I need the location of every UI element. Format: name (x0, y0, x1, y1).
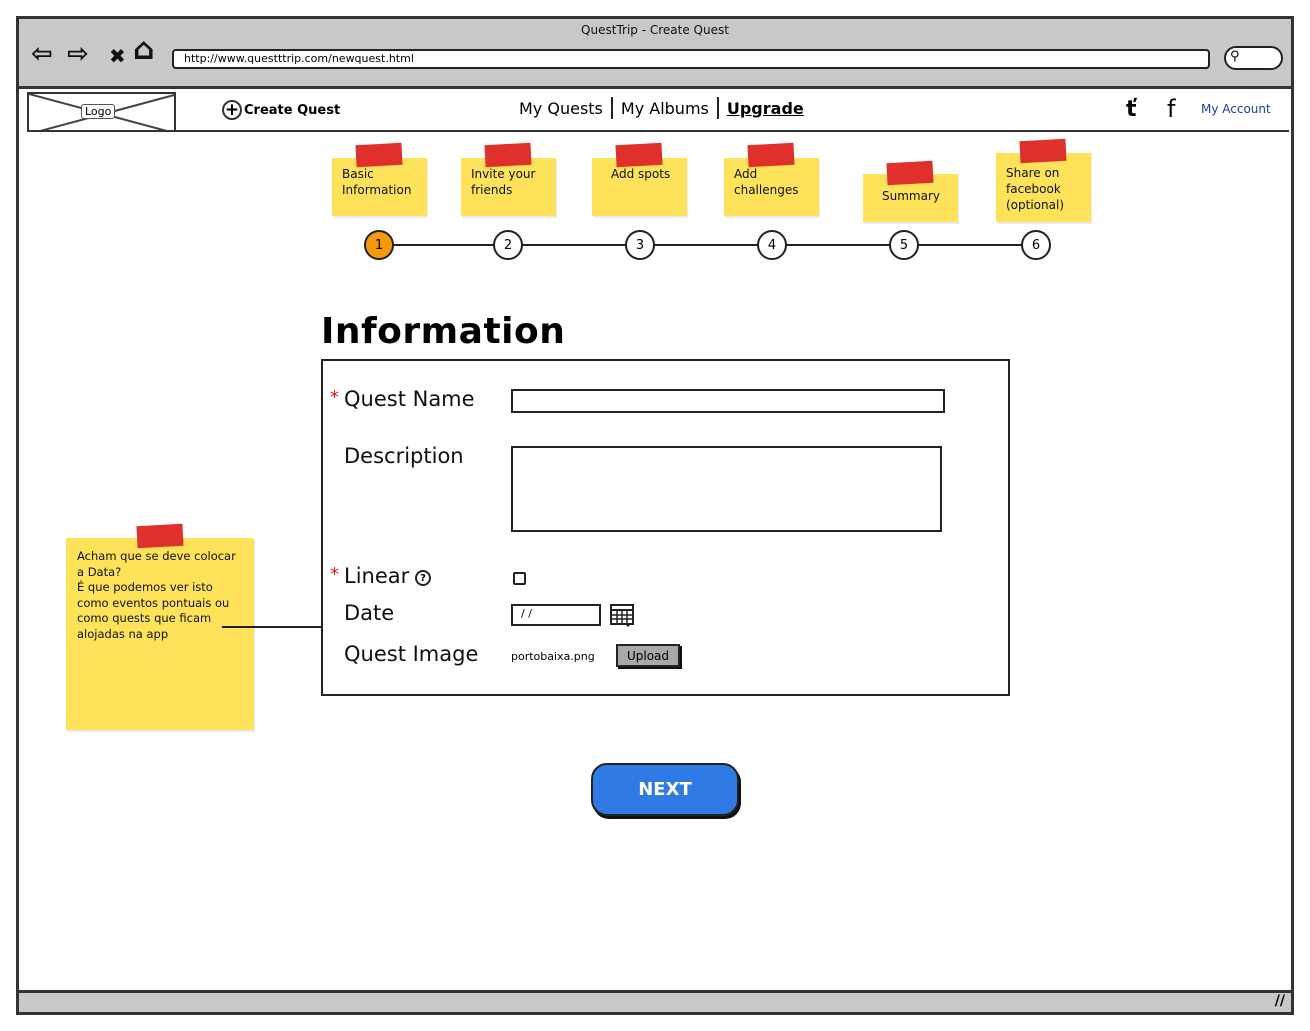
home-icon[interactable]: ⌂ (133, 35, 154, 65)
create-quest-link[interactable]: + Create Quest (222, 100, 340, 120)
description-textarea[interactable] (511, 446, 942, 532)
nav-separator (610, 97, 613, 119)
tape-decoration (355, 142, 403, 168)
status-bar: // (19, 990, 1291, 1012)
step-1[interactable]: 1 (364, 230, 394, 260)
browser-window: QuestTrip - Create Quest ⇦ ⇨ ✖ ⌂ http://… (16, 16, 1294, 1015)
tape-decoration (484, 142, 532, 168)
window-title: QuestTrip - Create Quest (581, 23, 729, 37)
search-icon: ⚲ (1230, 49, 1240, 64)
nav-separator (716, 97, 719, 119)
quest-name-label: Quest Name (344, 387, 475, 411)
step-note-add-challenges: Add challenges (724, 142, 819, 216)
facebook-icon[interactable]: f (1167, 95, 1175, 123)
quest-image-filename: portobaixa.png (511, 650, 595, 663)
step-note-text: Add spots (611, 167, 671, 181)
step-5[interactable]: 5 (889, 230, 919, 260)
form-title: Information (321, 311, 566, 352)
nav-my-quests[interactable]: My Quests (519, 99, 603, 118)
required-marker: * (330, 387, 339, 408)
required-marker: * (330, 564, 339, 585)
plus-circle-icon: + (222, 100, 242, 120)
create-quest-label: Create Quest (244, 102, 341, 118)
nav-my-albums[interactable]: My Albums (621, 99, 709, 118)
step-note-text: Basic Information (342, 167, 412, 197)
tape-decoration (1019, 138, 1067, 164)
step-note-text: Invite your friends (471, 167, 536, 197)
step-3[interactable]: 3 (625, 230, 655, 260)
logo-label: Logo (81, 104, 116, 119)
top-navigation: My Quests My Albums Upgrade (519, 97, 804, 119)
step-note-summary: Summary (863, 160, 958, 222)
address-bar[interactable]: http://www.questttrip.com/newquest.html (172, 49, 1210, 69)
upload-button[interactable]: Upload (616, 644, 680, 667)
step-note-add-spots: Add spots (592, 142, 687, 216)
date-label: Date (344, 601, 395, 625)
date-input[interactable]: / / (511, 604, 601, 626)
quest-image-label: Quest Image (344, 642, 479, 666)
my-account-link[interactable]: My Account (1201, 102, 1271, 116)
information-form: * Quest Name Description * Linear ? Date… (321, 359, 1010, 696)
header-divider (27, 130, 1289, 132)
back-arrow-icon[interactable]: ⇦ (31, 41, 53, 67)
tape-decoration (886, 160, 934, 186)
step-note-text: Share on facebook (optional) (1006, 166, 1064, 212)
calendar-icon[interactable] (610, 603, 634, 627)
step-note-basic-information: Basic Information (332, 142, 427, 216)
description-label: Description (344, 444, 464, 468)
resize-grip-icon[interactable]: // (1275, 993, 1285, 1009)
annotation-connector (222, 626, 321, 628)
tape-decoration (136, 523, 184, 549)
step-6[interactable]: 6 (1021, 230, 1051, 260)
step-2[interactable]: 2 (493, 230, 523, 260)
stepper-track (380, 244, 1036, 246)
browser-search-field[interactable]: ⚲ (1224, 46, 1283, 70)
tape-decoration (747, 142, 795, 168)
step-note-text: Summary (882, 189, 940, 203)
step-note-text: Add challenges (734, 167, 799, 197)
nav-upgrade[interactable]: Upgrade (727, 99, 804, 118)
tape-decoration (615, 142, 663, 168)
annotation-note: Acham que se deve colocar a Data? É que … (66, 523, 254, 730)
annotation-text: Acham que se deve colocar a Data? É que … (77, 549, 236, 641)
linear-checkbox[interactable] (513, 572, 526, 585)
help-icon[interactable]: ? (415, 570, 431, 586)
forward-arrow-icon[interactable]: ⇨ (67, 41, 89, 67)
step-4[interactable]: 4 (757, 230, 787, 260)
quest-name-input[interactable] (511, 389, 945, 413)
stop-icon[interactable]: ✖ (109, 43, 126, 69)
next-button[interactable]: NEXT (591, 763, 739, 816)
step-note-share-facebook: Share on facebook (optional) (996, 138, 1091, 222)
twitter-icon[interactable]: ť (1126, 97, 1137, 122)
step-note-invite-friends: Invite your friends (461, 142, 556, 216)
site-logo[interactable]: Logo (27, 92, 176, 132)
linear-label: Linear (344, 564, 410, 588)
browser-toolbar: QuestTrip - Create Quest ⇦ ⇨ ✖ ⌂ http://… (19, 19, 1291, 89)
